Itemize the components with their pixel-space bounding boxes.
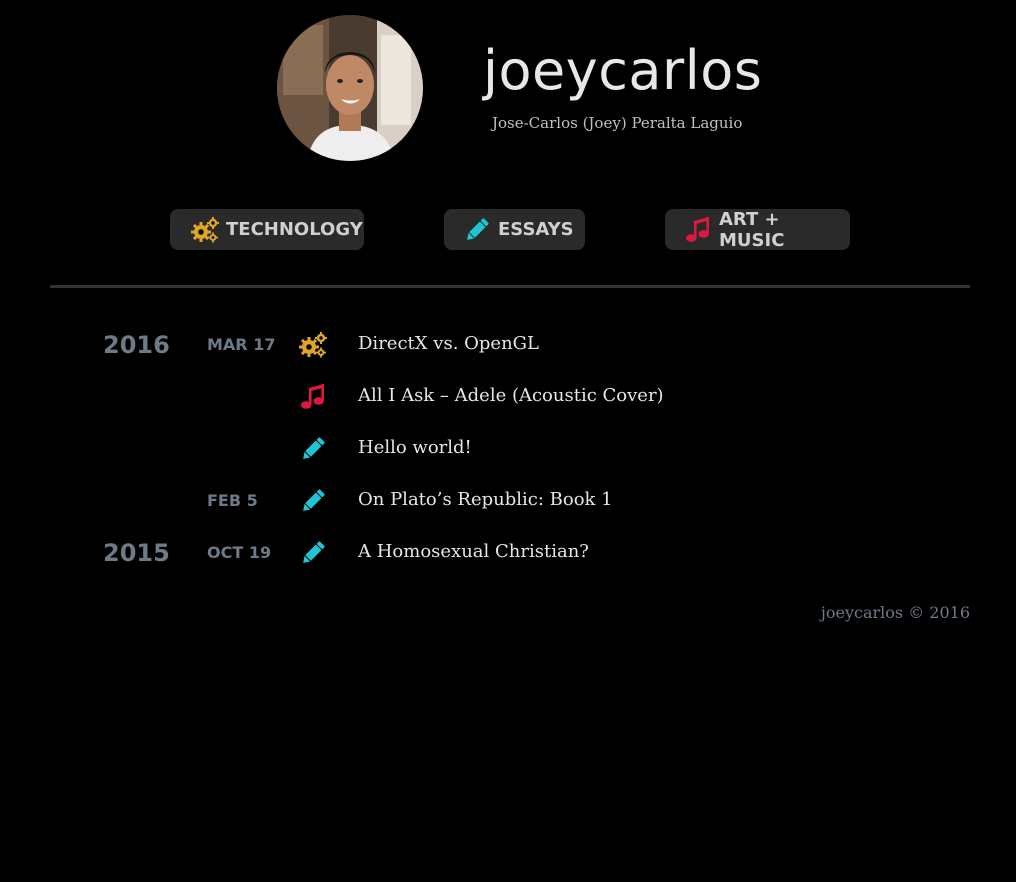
year-heading: 2016: [103, 331, 170, 359]
music-note-icon: [683, 216, 713, 244]
divider: [50, 285, 970, 288]
post-date: FEB 5: [207, 491, 258, 510]
nav-art-music-button[interactable]: ART + MUSIC: [665, 208, 850, 251]
footer-copyright: joeycarlos © 2016: [820, 603, 970, 622]
post-date: OCT 19: [207, 543, 272, 562]
pencil-icon: [462, 216, 492, 244]
post-link[interactable]: On Plato’s Republic: Book 1: [358, 488, 613, 512]
site-header: joeycarlos Jose-Carlos (Joey) Peralta La…: [0, 0, 1016, 180]
music-note-icon: [298, 383, 328, 411]
year-heading: 2015: [103, 539, 170, 567]
gears-icon: [298, 331, 328, 359]
post-date: MAR 17: [207, 335, 276, 354]
site-title[interactable]: joeycarlos: [483, 38, 762, 104]
pencil-icon: [298, 487, 328, 515]
site-subtitle: Jose-Carlos (Joey) Peralta Laguio: [492, 114, 743, 132]
pencil-icon: [298, 539, 328, 567]
post-link[interactable]: All I Ask – Adele (Acoustic Cover): [358, 384, 664, 408]
avatar-photo: [277, 15, 423, 161]
nav-essays-label: ESSAYS: [498, 219, 574, 240]
post-link[interactable]: DirectX vs. OpenGL: [358, 332, 539, 356]
nav-technology-button[interactable]: TECHNOLOGY: [170, 209, 364, 250]
gears-icon: [190, 216, 220, 244]
nav-technology-label: TECHNOLOGY: [226, 219, 363, 240]
nav-art-music-label: ART + MUSIC: [719, 208, 785, 251]
nav-essays-button[interactable]: ESSAYS: [444, 209, 585, 250]
post-link[interactable]: Hello world!: [358, 436, 472, 460]
pencil-icon: [298, 435, 328, 463]
post-link[interactable]: A Homosexual Christian?: [358, 540, 589, 564]
avatar[interactable]: [277, 15, 423, 161]
